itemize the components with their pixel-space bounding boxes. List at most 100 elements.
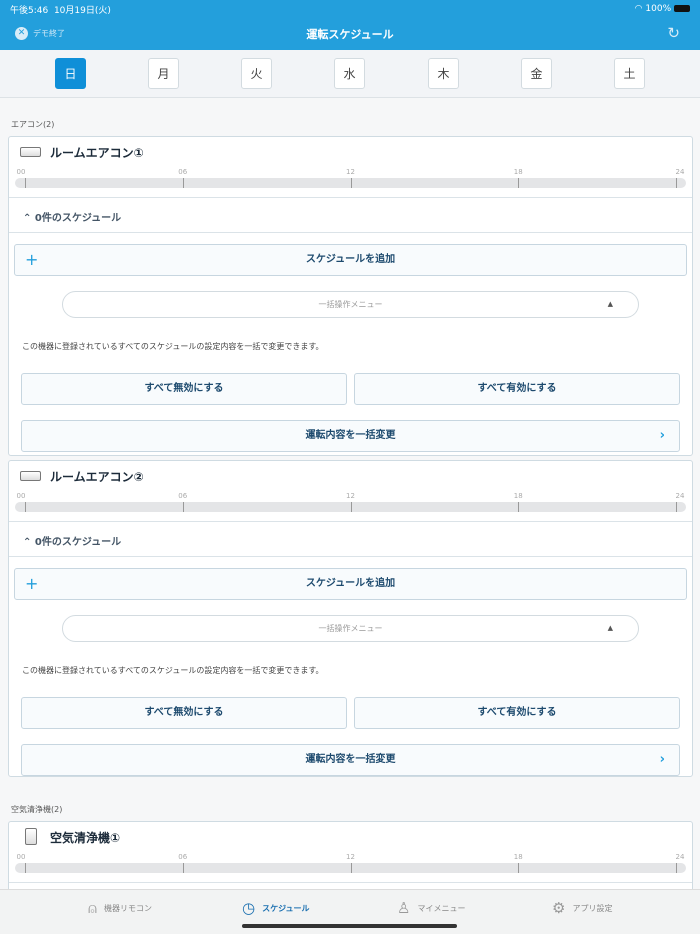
timeline-label: 12 [346,492,355,500]
bulk-menu-dropdown[interactable]: 一括操作メニュー ▲ [62,291,639,318]
tab-my-menu[interactable]: ♙ マイメニュー [397,899,465,917]
button-label: すべて有効にする [477,383,557,394]
status-date: 10月19日(火) [53,5,111,16]
timeline-tick [350,178,352,188]
gear-icon: ⚙ [552,899,566,917]
timeline-label: 06 [178,168,188,176]
add-schedule-label: スケジュールを追加 [305,254,396,265]
home-indicator [242,924,457,928]
status-bar: 午後5:46 10月19日(火) ◠ 100% [0,0,700,18]
chevron-right-icon: › [659,428,665,443]
timeline-tick [25,502,26,512]
device-name: ルームエアコン② [50,470,144,484]
battery-level: 100% [645,4,672,14]
battery-icon [674,5,690,12]
timeline-tick [182,178,184,188]
caret-up-icon: ▲ [607,300,613,308]
bulk-menu-label: 一括操作メニュー [318,300,383,309]
timeline-tick [25,178,26,188]
bulk-menu-dropdown[interactable]: 一括操作メニュー ▲ [62,615,639,642]
device-name: 空気清浄機① [50,831,121,845]
caret-up-icon: ▲ [607,624,613,632]
nav-bar: ✕ デモ終了 運転スケジュール ↻ [0,18,700,50]
timeline-tick [182,863,184,873]
disable-all-button[interactable]: すべて無効にする [21,697,347,729]
remote-icon: ⍝ [88,899,98,917]
timeline-tick [518,178,520,188]
add-schedule-button[interactable]: + スケジュールを追加 [14,244,687,276]
timeline-label: 00 [16,853,26,861]
day-tab-mon[interactable]: 月 [148,58,179,89]
schedule-count: 0件のスケジュール [34,537,122,548]
button-label: 運転内容を一括変更 [305,754,396,765]
timeline-label: 06 [178,492,188,500]
tab-label: アプリ設定 [572,903,613,913]
day-tab-thu[interactable]: 木 [428,58,459,89]
timeline: 00 06 12 18 24 [15,853,686,875]
tab-remote[interactable]: ⍝ 機器リモコン [88,899,152,917]
timeline-tick [676,863,677,873]
timeline-tick [350,502,352,512]
day-selector: 日 月 火 水 木 金 土 [0,50,700,98]
device-card: ルームエアコン① 00 06 12 18 24 ⌃ 0件のスケジュール + スケジュールを… [8,136,693,456]
timeline-tick [350,863,352,873]
timeline-label: 00 [16,168,26,176]
air-conditioner-icon [20,471,41,481]
page-title: 運転スケジュール [306,28,394,41]
bulk-change-button[interactable]: 運転内容を一括変更 › [21,420,680,452]
tab-app-settings[interactable]: ⚙ アプリ設定 [552,899,612,917]
device-header[interactable]: ルームエアコン② 00 06 12 18 24 [9,461,692,522]
timeline-label: 24 [675,492,685,500]
day-tab-sat[interactable]: 土 [614,58,645,89]
add-schedule-button[interactable]: + スケジュールを追加 [14,568,687,600]
bulk-description: この機器に登録されているすべてのスケジュールの設定内容を一括で変更できます。 [22,342,324,351]
disable-all-button[interactable]: すべて無効にする [21,373,347,405]
section-label-purifier: 空気清浄機(2) [11,805,63,814]
bulk-description: この機器に登録されているすべてのスケジュールの設定内容を一括で変更できます。 [22,666,324,675]
timeline-label: 06 [178,853,188,861]
bulk-change-button[interactable]: 運転内容を一括変更 › [21,744,680,776]
timeline-tick [676,502,677,512]
bulk-menu-label: 一括操作メニュー [318,624,383,633]
timeline-label: 24 [675,853,685,861]
button-label: すべて無効にする [144,383,224,394]
day-tab-tue[interactable]: 火 [241,58,272,89]
schedule-count-toggle[interactable]: ⌃ 0件のスケジュール [9,198,692,233]
timeline-bar [15,502,686,512]
timeline-label: 18 [513,168,523,176]
plus-icon: + [25,574,39,593]
timeline-bar [15,178,686,188]
timeline-bar [15,863,686,873]
timeline-label: 18 [513,492,523,500]
tab-label: スケジュール [262,903,310,913]
enable-all-button[interactable]: すべて有効にする [354,373,680,405]
status-time: 午後5:46 [10,5,49,16]
timeline-tick [25,863,26,873]
add-schedule-label: スケジュールを追加 [305,578,396,589]
refresh-icon[interactable]: ↻ [667,24,680,42]
timeline-label: 18 [513,853,523,861]
tab-label: 機器リモコン [104,903,153,913]
section-label-aircon: エアコン(2) [11,120,55,129]
tab-schedule[interactable]: ◷ スケジュール [242,899,310,917]
timeline-label: 24 [675,168,685,176]
timeline-label: 12 [346,168,355,176]
schedule-count: 0件のスケジュール [34,213,122,224]
chevron-up-icon: ⌃ [23,213,32,224]
day-tab-wed[interactable]: 水 [334,58,365,89]
chevron-up-icon: ⌃ [23,537,32,548]
device-name: ルームエアコン① [50,146,144,160]
schedule-count-toggle[interactable]: ⌃ 0件のスケジュール [9,522,692,557]
button-label: 運転内容を一括変更 [305,430,396,441]
plus-icon: + [25,250,39,269]
day-tab-fri[interactable]: 金 [521,58,552,89]
device-header[interactable]: 空気清浄機① 00 06 12 18 24 [9,822,692,883]
person-icon: ♙ [397,899,411,917]
enable-all-button[interactable]: すべて有効にする [354,697,680,729]
device-header[interactable]: ルームエアコン① 00 06 12 18 24 [9,137,692,198]
air-conditioner-icon [20,147,41,157]
timeline-tick [182,502,184,512]
chevron-right-icon: › [659,752,665,767]
tab-label: マイメニュー [417,903,466,913]
day-tab-sun[interactable]: 日 [55,58,86,89]
